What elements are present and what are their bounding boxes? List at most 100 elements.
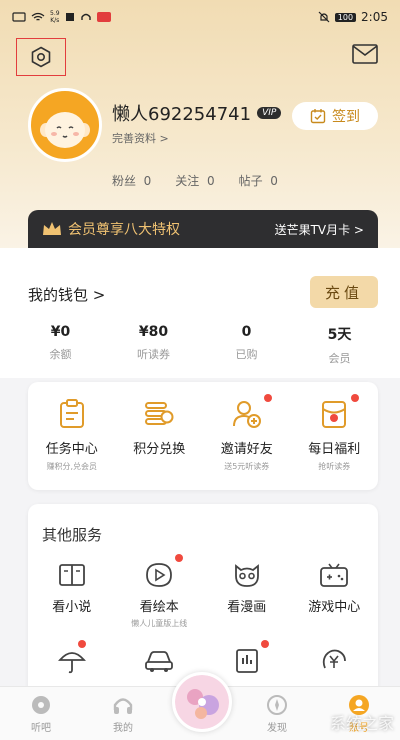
points-exchange-item[interactable]: 积分兑换 bbox=[116, 398, 202, 490]
services-title: 其他服务 bbox=[42, 526, 103, 544]
coins-exchange-icon bbox=[145, 402, 174, 425]
wallet-label: 听读券 bbox=[137, 348, 170, 361]
edit-profile-link[interactable]: 完善资料 > bbox=[112, 130, 169, 146]
notification-dot bbox=[260, 640, 269, 648]
task-title: 邀请好友 bbox=[220, 442, 273, 457]
headphones-icon bbox=[113, 698, 133, 714]
invite-friends-item[interactable]: 邀请好友 送5元听读券 bbox=[204, 394, 290, 490]
task-center-icon-wrap bbox=[29, 398, 115, 430]
status-left: 5.9 K/s bbox=[12, 10, 111, 24]
wallet-stats: ¥0 余额 ¥80 听读券 0 已购 5天 会员 bbox=[14, 324, 386, 366]
add-user-icon bbox=[232, 401, 261, 428]
wallet-coupons[interactable]: ¥80 听读券 bbox=[107, 324, 200, 366]
vip-banner[interactable]: 会员尊享八大特权 送芒果TV月卡 > bbox=[28, 210, 378, 248]
service-title: 看小说 bbox=[52, 600, 92, 615]
nav-label: 发现 bbox=[267, 723, 287, 734]
daily-bonus-item[interactable]: 每日福利 抢听读券 bbox=[291, 394, 377, 490]
nav-label: 我的 bbox=[113, 723, 133, 734]
vip-banner-link[interactable]: 送芒果TV月卡 > bbox=[275, 221, 364, 238]
status-right: 100 2:05 bbox=[318, 10, 388, 24]
app-notification-icon bbox=[96, 12, 111, 22]
checkin-button[interactable]: 签到 bbox=[292, 102, 378, 130]
task-center-item[interactable]: 任务中心 赚积分,兑会员 bbox=[29, 398, 115, 490]
vip-banner-text: 会员尊享八大特权 bbox=[68, 222, 180, 238]
stat-value: 0 bbox=[206, 174, 215, 188]
stat-label: 帖子 bbox=[238, 174, 263, 188]
task-card: 任务中心 赚积分,兑会员 积分兑换 邀请好友 送5元听读券 每日福利 抢听读券 bbox=[28, 382, 378, 490]
task-subtitle: 赚积分,兑会员 bbox=[46, 462, 98, 471]
nav-label: 听吧 bbox=[31, 723, 51, 734]
wallet-membership[interactable]: 5天 会员 bbox=[293, 324, 386, 366]
service-game-center[interactable]: 游戏中心 bbox=[291, 560, 379, 646]
nav-icon-wrap bbox=[6, 693, 76, 717]
task-subtitle: 抢听读券 bbox=[318, 462, 351, 471]
battery-indicator: 100 bbox=[334, 12, 357, 22]
clipboard-icon bbox=[59, 399, 84, 428]
profile-stats: 粉丝 0 关注 0 帖子 0 bbox=[112, 172, 278, 189]
stat-posts[interactable]: 帖子 0 bbox=[239, 172, 278, 189]
checkin-label: 签到 bbox=[332, 109, 360, 125]
recharge-button[interactable]: 充值 bbox=[310, 276, 378, 308]
daily-bonus-icon-wrap bbox=[291, 398, 377, 430]
username: 懒人692254741 bbox=[112, 104, 252, 125]
mask-icon bbox=[234, 564, 259, 587]
car-icon bbox=[145, 651, 174, 672]
mute-icon bbox=[318, 11, 330, 23]
now-playing-button[interactable] bbox=[172, 672, 232, 732]
stat-fans[interactable]: 粉丝 0 bbox=[112, 172, 151, 189]
wallet-purchased[interactable]: 0 已购 bbox=[200, 324, 293, 366]
service-icon-wrap bbox=[28, 560, 116, 590]
service-icon-wrap bbox=[203, 646, 291, 676]
stat-value: 0 bbox=[270, 174, 278, 188]
vip-badge: VIP bbox=[257, 107, 282, 119]
username-row: 懒人692254741 VIP bbox=[112, 100, 282, 126]
invite-friends-icon-wrap bbox=[204, 398, 290, 430]
points-exchange-icon-wrap bbox=[116, 398, 202, 430]
service-title: 游戏中心 bbox=[308, 600, 361, 615]
nav-mine[interactable]: 我的 bbox=[88, 693, 158, 734]
nav-listen[interactable]: 听吧 bbox=[6, 693, 76, 734]
service-icon-wrap bbox=[116, 560, 204, 590]
notification-icon bbox=[65, 13, 74, 21]
book-icon bbox=[58, 564, 85, 586]
chart-tablet-icon bbox=[235, 649, 258, 673]
notification-dot bbox=[175, 554, 183, 562]
avatar-mascot-icon bbox=[32, 92, 98, 158]
settings-button[interactable] bbox=[16, 38, 66, 76]
service-novel[interactable]: 看小说 bbox=[28, 560, 116, 646]
stat-value: 0 bbox=[143, 174, 152, 188]
net-speed-value: 5.9 bbox=[50, 10, 60, 17]
service-picture-book[interactable]: 看绘本 懒人儿童版上线 bbox=[116, 554, 204, 646]
gamepad-icon bbox=[320, 563, 349, 587]
task-title: 任务中心 bbox=[45, 442, 98, 457]
currency-icon bbox=[323, 649, 347, 669]
umbrella-icon bbox=[57, 652, 86, 674]
stat-label: 粉丝 bbox=[112, 174, 137, 188]
wallet-label: 会员 bbox=[328, 352, 351, 365]
stat-label: 关注 bbox=[175, 174, 200, 188]
service-icon-wrap bbox=[291, 646, 379, 676]
avatar[interactable] bbox=[28, 88, 102, 162]
clock: 2:05 bbox=[361, 10, 388, 24]
wallet-label: 余额 bbox=[49, 348, 72, 361]
service-icon-wrap bbox=[291, 560, 379, 590]
wallet-balance[interactable]: ¥0 余额 bbox=[14, 324, 107, 366]
wallet-value: ¥0 bbox=[50, 324, 71, 340]
red-envelope-icon bbox=[322, 401, 347, 428]
stat-following[interactable]: 关注 0 bbox=[175, 172, 214, 189]
task-title: 每日福利 bbox=[308, 442, 361, 457]
watermark: 系统之家 bbox=[329, 714, 394, 733]
service-comics[interactable]: 看漫画 bbox=[203, 560, 291, 646]
play-bubble-icon bbox=[146, 563, 173, 587]
service-icon-wrap bbox=[116, 646, 204, 676]
wallet-title[interactable]: 我的钱包 > bbox=[28, 284, 105, 305]
headphone-icon bbox=[80, 13, 91, 20]
task-subtitle: 送5元听读券 bbox=[224, 462, 270, 471]
nav-icon-wrap bbox=[242, 693, 312, 717]
settings-icon bbox=[31, 46, 51, 68]
messages-button[interactable] bbox=[352, 44, 378, 64]
album-cover-icon bbox=[175, 675, 229, 729]
nav-discover[interactable]: 发现 bbox=[242, 693, 312, 734]
net-speed-unit: K/s bbox=[50, 17, 60, 24]
wallet-value: 0 bbox=[241, 324, 252, 340]
